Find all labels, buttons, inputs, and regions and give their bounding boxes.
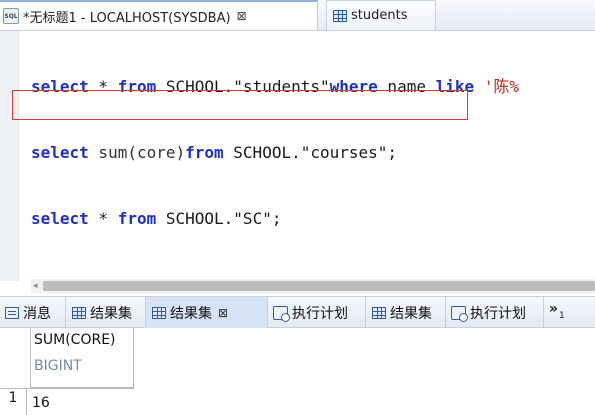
column-header[interactable]: SUM(CORE) BIGINT: [30, 328, 134, 388]
tab-messages[interactable]: 消息: [0, 297, 66, 328]
sql-editor[interactable]: select * from SCHOOL."students"where nam…: [0, 31, 595, 281]
tab-label: 执行计划: [470, 305, 526, 322]
string-literal: '陈%: [474, 77, 520, 96]
keyword: select: [31, 209, 89, 228]
sql-code[interactable]: select * from SCHOOL."students"where nam…: [31, 35, 519, 271]
hidden-tab-count: 1: [559, 311, 565, 321]
tab-label: 消息: [23, 305, 51, 322]
close-tab-icon[interactable]: ⊠: [237, 9, 247, 23]
table-icon: [72, 306, 86, 319]
code-text: SCHOOL."courses";: [223, 143, 398, 162]
editor-gutter: [0, 31, 19, 281]
tab-overflow-chevron-icon[interactable]: »: [549, 301, 558, 317]
tab-execution-plan-2[interactable]: 执行计划: [446, 297, 544, 328]
editor-tab-students[interactable]: students: [326, 0, 436, 30]
code-text: *: [88, 209, 118, 228]
tab-label: 执行计划: [292, 305, 348, 322]
tab-result-set-3[interactable]: 结果集: [366, 297, 446, 328]
table-cell[interactable]: 16: [32, 395, 50, 411]
column-type: BIGINT: [34, 358, 82, 374]
tab-label: 结果集: [390, 305, 432, 322]
editor-tab-bar: SQL *无标题1 - LOCALHOST(SYSDBA) ⊠ students: [0, 0, 595, 31]
code-line-2[interactable]: select sum(core)from SCHOOL."courses";: [31, 139, 519, 167]
keyword: from: [117, 209, 157, 228]
execution-plan-icon: [451, 305, 468, 322]
horizontal-scrollbar[interactable]: ◂: [31, 279, 595, 293]
scroll-left-icon[interactable]: ◂: [33, 279, 38, 293]
tab-result-set-2[interactable]: 结果集 ⊠: [146, 297, 268, 328]
message-icon: [5, 306, 19, 319]
row-number[interactable]: 1: [0, 390, 26, 406]
table-icon: [152, 306, 166, 319]
column-name: SUM(CORE): [34, 332, 116, 348]
execution-plan-icon: [273, 305, 290, 322]
code-text: SCHOOL."SC";: [156, 209, 282, 228]
row-header-corner: [0, 328, 31, 388]
sql-file-icon: SQL: [3, 8, 19, 24]
close-tab-icon[interactable]: ⊠: [218, 306, 228, 320]
tab-result-set-1[interactable]: 结果集: [66, 297, 146, 328]
code-line-3[interactable]: select * from SCHOOL."SC";: [31, 205, 519, 233]
keyword: select: [31, 143, 89, 162]
result-tab-bar: 消息 结果集 结果集 ⊠ 执行计划 结果集 执行计划 » 1: [0, 296, 595, 328]
table-icon: [333, 9, 347, 22]
result-grid: SUM(CORE) BIGINT 1 16: [0, 328, 595, 415]
tab-label: 结果集: [90, 305, 132, 322]
tab-execution-plan-1[interactable]: 执行计划: [268, 297, 366, 328]
tab-label: 结果集: [170, 305, 212, 322]
row-divider: [0, 388, 134, 389]
function-call: sum(core): [88, 143, 186, 162]
selected-line-highlight: [12, 90, 468, 120]
editor-tab-untitled[interactable]: SQL *无标题1 - LOCALHOST(SYSDBA) ⊠: [0, 0, 318, 30]
editor-tab-label: students: [351, 8, 408, 23]
table-icon: [372, 306, 386, 319]
editor-tab-label: *无标题1 - LOCALHOST(SYSDBA): [23, 10, 231, 26]
keyword: from: [185, 143, 224, 162]
row-number-divider: [26, 388, 27, 415]
scrollbar-thumb[interactable]: [43, 281, 595, 291]
